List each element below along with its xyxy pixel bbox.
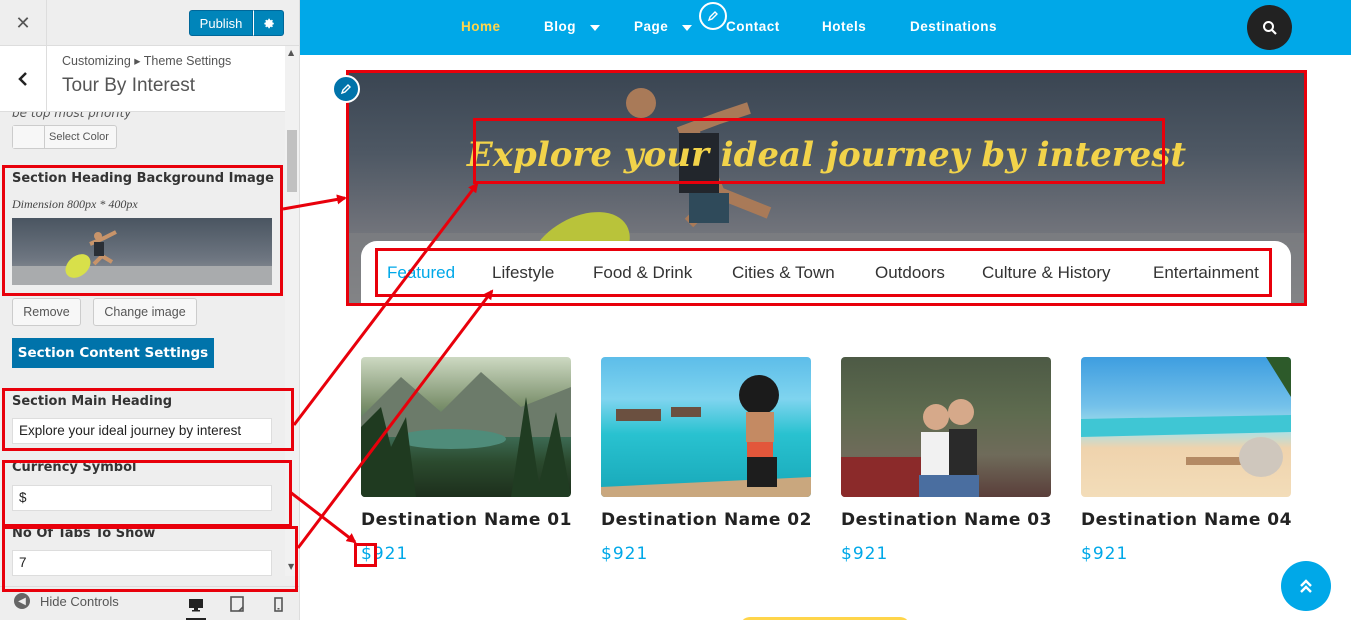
priority-description: be top most priority: [12, 112, 132, 120]
section-title: Tour By Interest: [62, 75, 196, 96]
color-swatch: [13, 126, 45, 148]
close-icon: ✕: [15, 12, 31, 34]
remove-image-button[interactable]: Remove: [12, 298, 81, 326]
pencil-icon: [340, 84, 351, 95]
nav-blog[interactable]: Blog: [544, 19, 576, 34]
destination-name[interactable]: Destination Name 01: [361, 510, 572, 530]
change-image-button[interactable]: Change image: [93, 298, 197, 326]
section-header: Customizing ▸ Theme Settings Tour By Int…: [0, 46, 285, 112]
annotation-box-tabs-count: [2, 526, 298, 592]
destination-image[interactable]: [1081, 357, 1291, 497]
nav-hotels[interactable]: Hotels: [822, 19, 866, 34]
annotation-box-main-heading: [2, 388, 294, 451]
breadcrumb: Customizing ▸ Theme Settings: [62, 54, 232, 68]
scroll-to-top-button[interactable]: [1281, 561, 1331, 611]
mobile-preview-button[interactable]: [270, 591, 286, 617]
nav-contact[interactable]: Contact: [726, 19, 780, 34]
destination-price: $921: [841, 544, 889, 564]
publish-button[interactable]: Publish: [189, 10, 253, 36]
edit-section-button[interactable]: [332, 75, 360, 103]
destination-name[interactable]: Destination Name 04: [1081, 510, 1292, 530]
collapse-icon: ◀: [14, 593, 30, 609]
back-button[interactable]: [0, 46, 47, 111]
double-chevron-up-icon: [1300, 579, 1312, 593]
destination-price: $921: [601, 544, 649, 564]
nav-page[interactable]: Page: [634, 19, 668, 34]
destination-name[interactable]: Destination Name 03: [841, 510, 1052, 530]
destination-image[interactable]: [601, 357, 811, 497]
hide-controls-button[interactable]: ◀ Hide Controls: [14, 593, 119, 609]
hide-controls-label: Hide Controls: [40, 593, 119, 609]
scroll-up-icon[interactable]: ▲: [288, 48, 294, 57]
search-icon: [1262, 20, 1277, 35]
scroll-thumb[interactable]: [287, 130, 297, 192]
destination-price: $921: [1081, 544, 1129, 564]
tablet-preview-button[interactable]: [228, 591, 246, 617]
pencil-icon: [707, 11, 718, 22]
destination-image[interactable]: [361, 357, 571, 497]
annotation-box-tabs: [375, 248, 1272, 297]
destination-name[interactable]: Destination Name 02: [601, 510, 812, 530]
annotation-box-heading: [473, 118, 1165, 184]
search-button[interactable]: [1247, 5, 1292, 50]
mobile-icon: [273, 596, 283, 612]
customizer-header: ✕ Publish: [0, 0, 299, 46]
nav-home[interactable]: Home: [461, 19, 501, 34]
chevron-down-icon[interactable]: [590, 25, 600, 31]
tablet-icon: [230, 596, 244, 612]
desktop-icon: [189, 598, 203, 611]
destination-image[interactable]: [841, 357, 1051, 497]
publish-settings-button[interactable]: [253, 10, 284, 36]
chevron-left-icon: [18, 71, 27, 86]
edit-menu-button[interactable]: [699, 2, 727, 30]
select-color-button[interactable]: Select Color: [12, 125, 117, 149]
chevron-down-icon[interactable]: [682, 25, 692, 31]
annotation-box-price: [354, 543, 377, 567]
desktop-preview-button[interactable]: [186, 591, 206, 620]
annotation-box-bg-image: [2, 165, 283, 296]
nav-destinations[interactable]: Destinations: [910, 19, 997, 34]
annotation-box-currency: [2, 460, 292, 527]
content-settings-button[interactable]: Section Content Settings: [12, 338, 214, 368]
select-color-label: Select Color: [49, 131, 109, 143]
gear-icon: [264, 18, 274, 28]
publish-group: Publish: [189, 10, 284, 36]
close-customizer-button[interactable]: ✕: [0, 0, 47, 46]
main-navigation: Home Blog Page Contact Hotels Destinatio…: [300, 0, 1351, 55]
